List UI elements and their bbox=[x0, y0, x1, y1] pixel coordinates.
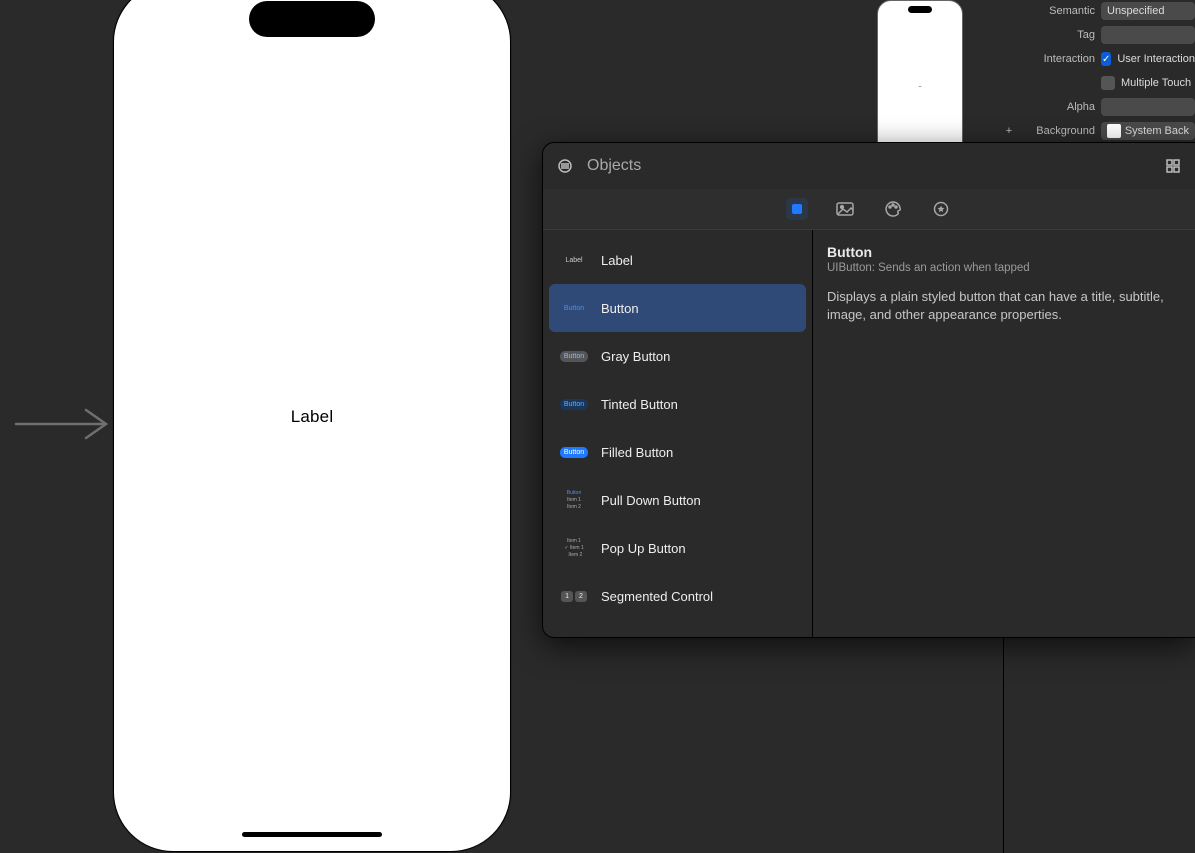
inspector-background-value: System Back bbox=[1125, 125, 1189, 137]
library-item-text: Label bbox=[601, 253, 633, 268]
filled-button-thumb-icon: Button bbox=[559, 437, 589, 467]
library-detail-title: Button bbox=[827, 244, 1181, 260]
library-menu-icon[interactable] bbox=[557, 158, 573, 174]
segmented-thumb-icon: 12 bbox=[559, 581, 589, 611]
label-thumb-icon: Label bbox=[559, 245, 589, 275]
check-icon: ✓ bbox=[1101, 52, 1111, 66]
inspector-interaction-label: Interaction bbox=[1015, 53, 1101, 65]
filter-snippets-icon[interactable] bbox=[930, 198, 952, 220]
library-grid-view-icon[interactable] bbox=[1165, 158, 1181, 174]
library-item-button[interactable]: Button Button bbox=[549, 284, 806, 332]
library-item-text: Button bbox=[601, 301, 639, 316]
library-item-text: Pop Up Button bbox=[601, 541, 686, 556]
library-item-gray-button[interactable]: Button Gray Button bbox=[549, 332, 806, 380]
library-item-list[interactable]: Label Label Button Button Button Gray Bu… bbox=[543, 230, 813, 637]
library-item-text: Filled Button bbox=[601, 445, 673, 460]
inspector-background-field[interactable]: System Back bbox=[1101, 122, 1195, 140]
library-detail-subtitle: UIButton: Sends an action when tapped bbox=[827, 262, 1181, 274]
library-item-pulldown-button[interactable]: ButtonItem 1Item 2 Pull Down Button bbox=[549, 476, 806, 524]
canvas-uilabel[interactable]: Label bbox=[291, 407, 334, 427]
canvas-preview-thumbnail[interactable]: -- bbox=[870, 0, 970, 140]
device-canvas[interactable]: Label bbox=[113, 0, 511, 852]
checkbox-empty-icon bbox=[1101, 76, 1115, 90]
gray-button-thumb-icon: Button bbox=[559, 341, 589, 371]
filter-media-icon[interactable] bbox=[834, 198, 856, 220]
inspector-semantic-field[interactable]: Unspecified bbox=[1101, 2, 1195, 20]
inspector-multiple-touch-checkbox[interactable]: Multiple Touch bbox=[1101, 76, 1195, 90]
add-background-button[interactable]: + bbox=[1003, 125, 1015, 137]
library-title: Objects bbox=[587, 157, 641, 175]
library-item-label[interactable]: Label Label bbox=[549, 236, 806, 284]
home-indicator bbox=[242, 832, 382, 837]
library-item-text: Gray Button bbox=[601, 349, 670, 364]
library-item-filled-button[interactable]: Button Filled Button bbox=[549, 428, 806, 476]
popup-thumb-icon: Item 1✓ Item 1 Item 2 bbox=[559, 533, 589, 563]
canvas-scroll-arrow bbox=[14, 408, 114, 440]
library-item-popup-button[interactable]: Item 1✓ Item 1 Item 2 Pop Up Button bbox=[549, 524, 806, 572]
inspector-alpha-field[interactable] bbox=[1101, 98, 1195, 116]
inspector-user-interaction-checkbox[interactable]: ✓ User Interaction bbox=[1101, 52, 1195, 66]
library-item-text: Tinted Button bbox=[601, 397, 678, 412]
library-item-tinted-button[interactable]: Button Tinted Button bbox=[549, 380, 806, 428]
filter-objects-icon[interactable] bbox=[786, 198, 808, 220]
inspector-tag-field[interactable] bbox=[1101, 26, 1195, 44]
library-filter-bar bbox=[543, 189, 1195, 229]
library-item-text: Segmented Control bbox=[601, 589, 713, 604]
inspector-tag-label: Tag bbox=[1015, 29, 1101, 41]
inspector-semantic-label: Semantic bbox=[1015, 5, 1101, 17]
inspector-multiple-touch-text: Multiple Touch bbox=[1121, 77, 1191, 89]
button-thumb-icon: Button bbox=[559, 293, 589, 323]
library-item-text: Pull Down Button bbox=[601, 493, 701, 508]
color-swatch-white bbox=[1107, 124, 1121, 138]
tinted-button-thumb-icon: Button bbox=[559, 389, 589, 419]
object-library: Objects Label Label B bbox=[542, 142, 1195, 638]
library-detail-panel: Button UIButton: Sends an action when ta… bbox=[813, 230, 1195, 637]
dynamic-island bbox=[249, 1, 375, 37]
pulldown-thumb-icon: ButtonItem 1Item 2 bbox=[559, 485, 589, 515]
inspector-user-interaction-text: User Interaction bbox=[1117, 53, 1195, 65]
inspector-background-label: Background bbox=[1015, 125, 1101, 137]
library-item-segmented-control[interactable]: 12 Segmented Control bbox=[549, 572, 806, 620]
preview-label: -- bbox=[878, 84, 962, 90]
filter-color-icon[interactable] bbox=[882, 198, 904, 220]
inspector-alpha-label: Alpha bbox=[1015, 101, 1101, 113]
library-detail-description: Displays a plain styled button that can … bbox=[827, 288, 1181, 323]
